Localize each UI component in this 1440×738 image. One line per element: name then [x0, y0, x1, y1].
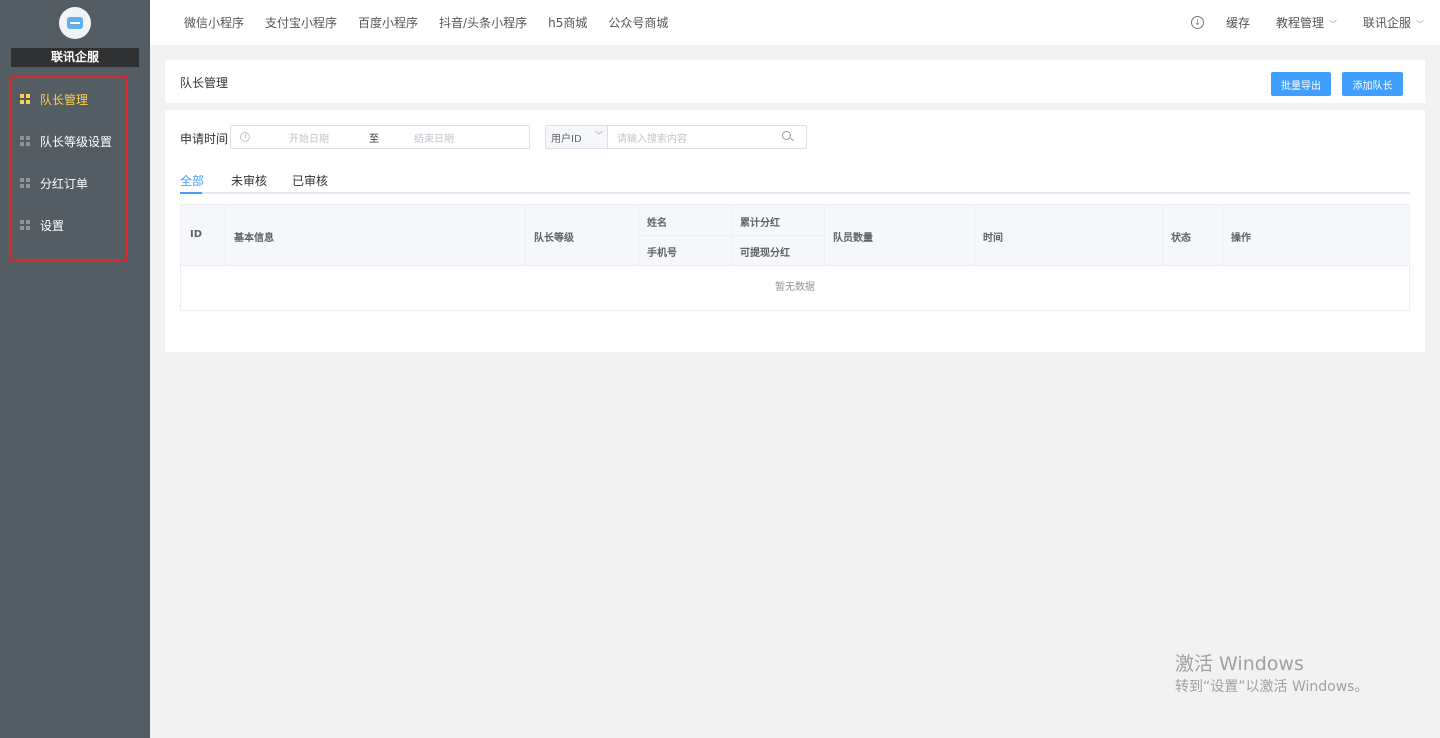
end-date-input[interactable]: 结束日期: [414, 130, 454, 145]
sidebar-item-captain-level-settings[interactable]: 队长等级设置: [0, 120, 150, 162]
grid-icon: [20, 220, 30, 230]
tab-unreviewed[interactable]: 未审核: [231, 172, 267, 189]
nav-h5-mall[interactable]: h5商城: [548, 14, 587, 31]
top-nav: 微信小程序 支付宝小程序 百度小程序 抖音/头条小程序 h5商城 公众号商城: [184, 0, 689, 45]
add-captain-button[interactable]: 添加队长: [1342, 72, 1403, 96]
col-time: 时间: [983, 233, 1003, 244]
col-captain-level: 队长等级: [534, 233, 574, 244]
col-name: 姓名: [647, 218, 667, 229]
top-bar: 微信小程序 支付宝小程序 百度小程序 抖音/头条小程序 h5商城 公众号商城 ↓…: [150, 0, 1440, 45]
col-withdrawable-dividend: 可提现分红: [740, 248, 790, 259]
sidebar-menu: 队长管理 队长等级设置 分红订单 设置: [0, 78, 150, 246]
nav-douyin-miniprogram[interactable]: 抖音/头条小程序: [439, 14, 527, 31]
logo-area: 联讯企服: [0, 0, 150, 75]
date-range-picker[interactable]: 开始日期 至 结束日期: [230, 125, 530, 149]
sidebar-item-label: 分红订单: [40, 176, 89, 191]
page-title: 队长管理: [180, 76, 229, 90]
grid-icon: [20, 94, 30, 104]
date-separator: 至: [369, 134, 379, 145]
grid-icon: [20, 136, 30, 146]
account-menu[interactable]: 联讯企服 ﹀: [1363, 14, 1424, 31]
search-field-select[interactable]: 用户ID ﹀: [546, 126, 608, 148]
nav-official-account-mall[interactable]: 公众号商城: [608, 14, 668, 31]
main-card: 申请时间 开始日期 至 结束日期 用户ID ﹀ 请输入搜索内容 全部 未审核 已…: [165, 110, 1425, 352]
tutorial-menu-label: 教程管理: [1275, 16, 1324, 30]
nav-alipay-miniprogram[interactable]: 支付宝小程序: [265, 14, 337, 31]
sidebar-item-dividend-orders[interactable]: 分红订单: [0, 162, 150, 204]
sidebar-item-settings[interactable]: 设置: [0, 204, 150, 246]
account-menu-label: 联讯企服: [1362, 16, 1411, 30]
download-icon[interactable]: ↓: [1190, 16, 1204, 29]
status-tabs: 全部 未审核 已审核: [180, 170, 1410, 194]
col-status: 状态: [1171, 233, 1191, 244]
cache-link[interactable]: 缓存: [1226, 14, 1250, 31]
col-total-dividend: 累计分红: [740, 218, 780, 229]
tutorial-menu[interactable]: 教程管理 ﹀: [1276, 14, 1337, 31]
brand-name: 联讯企服: [11, 48, 139, 67]
windows-activation-watermark: 激活 Windows 转到“设置”以激活 Windows。: [1175, 652, 1368, 698]
table-empty-text: 暂无数据: [775, 282, 815, 293]
start-date-input[interactable]: 开始日期: [289, 130, 329, 145]
search-input[interactable]: 请输入搜索内容: [617, 130, 687, 145]
nav-baidu-miniprogram[interactable]: 百度小程序: [358, 14, 418, 31]
sidebar-item-captain-management[interactable]: 队长管理: [0, 78, 150, 120]
apply-time-label: 申请时间: [180, 132, 229, 146]
table-header: ID 基本信息 队长等级 姓名 手机号 累计分红 可提现分红 队员数量 时间 状…: [181, 205, 1409, 266]
sidebar-item-label: 队长管理: [40, 92, 89, 107]
grid-icon: [20, 178, 30, 188]
col-member-count: 队员数量: [833, 233, 873, 244]
sidebar-item-label: 队长等级设置: [40, 134, 113, 149]
search-group: 用户ID ﹀ 请输入搜索内容: [545, 125, 807, 149]
page-header: 队长管理 批量导出 添加队长: [165, 60, 1425, 103]
top-right-tools: ↓ 缓存 教程管理 ﹀ 联讯企服 ﹀: [1190, 0, 1424, 45]
chevron-down-icon: ﹀: [1416, 20, 1424, 29]
search-field-select-value: 用户ID: [551, 134, 582, 145]
col-basic-info: 基本信息: [234, 233, 274, 244]
captain-table: ID 基本信息 队长等级 姓名 手机号 累计分红 可提现分红 队员数量 时间 状…: [180, 204, 1410, 311]
logo-icon: [67, 17, 83, 29]
search-icon[interactable]: [782, 131, 791, 140]
chevron-down-icon: ﹀: [1328, 20, 1337, 29]
tab-all[interactable]: 全部: [180, 172, 204, 189]
col-action: 操作: [1231, 233, 1251, 244]
sidebar: 联讯企服 队长管理 队长等级设置 分红订单 设置: [0, 0, 150, 738]
watermark-line-2: 转到“设置”以激活 Windows。: [1175, 679, 1369, 695]
tab-active-indicator: [180, 192, 202, 194]
col-id: ID: [190, 229, 203, 240]
logo[interactable]: [59, 7, 91, 39]
tab-reviewed[interactable]: 已审核: [292, 172, 328, 189]
sidebar-item-label: 设置: [40, 218, 65, 233]
chevron-down-icon: ﹀: [595, 131, 603, 140]
col-phone: 手机号: [647, 248, 677, 259]
batch-export-button[interactable]: 批量导出: [1271, 72, 1331, 96]
nav-wechat-miniprogram[interactable]: 微信小程序: [184, 14, 244, 31]
clock-icon: [240, 132, 250, 142]
watermark-line-1: 激活 Windows: [1175, 653, 1304, 675]
